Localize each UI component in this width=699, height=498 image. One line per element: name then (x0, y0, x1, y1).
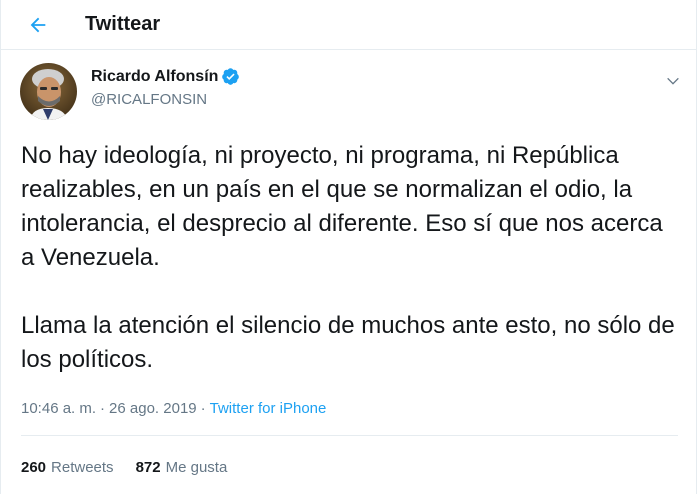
retweets-count: 260 (21, 458, 47, 476)
name-line: Ricardo Alfonsín (91, 67, 240, 86)
chevron-down-icon (667, 77, 679, 85)
tweet-source-link[interactable]: Twitter for iPhone (210, 400, 327, 417)
retweets-label: Retweets (51, 458, 114, 476)
tweet-stats: 260 Retweets 872 Me gusta (21, 436, 678, 498)
page-title: Twittear (85, 13, 161, 35)
author-names: Ricardo Alfonsín @RICALFONSIN (91, 67, 240, 108)
arrow-left-icon (30, 17, 46, 32)
likes-label: Me gusta (165, 458, 228, 476)
retweets-stat[interactable]: 260 Retweets (21, 459, 114, 476)
tweet-detail-page: Twittear Ricardo Alfonsín @RICALFONSIN N… (0, 0, 697, 494)
tweet-paragraph: Llama la atención el silencio de muchos … (21, 312, 675, 373)
author-display-name[interactable]: Ricardo Alfonsín (91, 68, 218, 86)
tweet-date[interactable]: 26 ago. 2019 (109, 400, 197, 417)
back-button[interactable] (18, 5, 58, 45)
tweet-time[interactable]: 10:46 a. m. (21, 400, 96, 417)
verified-badge-icon (221, 67, 240, 86)
likes-stat[interactable]: 872 Me gusta (136, 459, 228, 476)
top-bar: Twittear (1, 0, 696, 50)
meta-separator: · (100, 399, 106, 417)
avatar-image (20, 63, 77, 120)
tweet-menu-button[interactable] (660, 68, 686, 94)
tweet: Ricardo Alfonsín @RICALFONSIN No hay ide… (1, 50, 696, 498)
author-handle[interactable]: @RICALFONSIN (91, 91, 240, 108)
author-row: Ricardo Alfonsín @RICALFONSIN (19, 50, 678, 120)
likes-count: 872 (135, 458, 161, 476)
tweet-meta: 10:46 a. m. · 26 ago. 2019 · Twitter for… (21, 398, 678, 418)
tweet-text: No hay ideología, ni proyecto, ni progra… (21, 139, 681, 377)
meta-separator: · (200, 399, 206, 417)
avatar[interactable] (20, 63, 77, 120)
tweet-paragraph: No hay ideología, ni proyecto, ni progra… (21, 142, 663, 271)
